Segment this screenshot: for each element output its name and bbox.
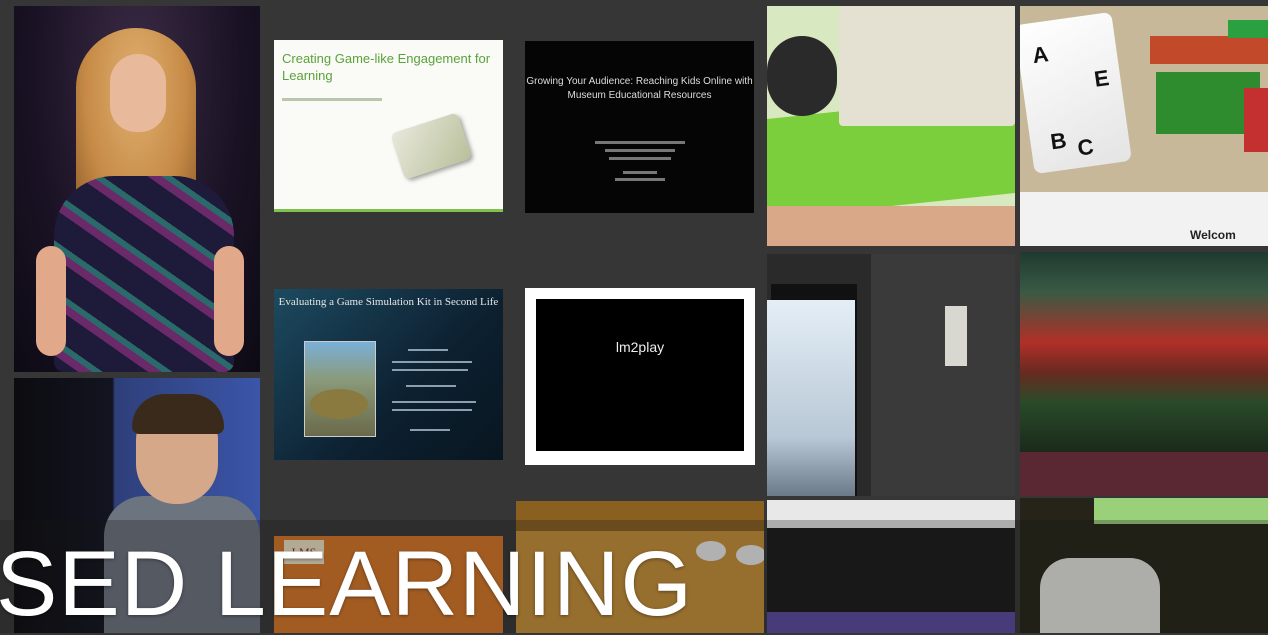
dark-object [767, 36, 837, 116]
slide-text-line [410, 429, 450, 431]
die-letter: B [1048, 127, 1069, 155]
slide-text-line [392, 409, 472, 411]
plaza-shape [310, 389, 368, 419]
slide-inner-panel: lm2play [536, 299, 744, 451]
photo-dice-lego[interactable]: A B C E Welcom [1020, 6, 1268, 246]
welcome-sign-text: Welcom [1190, 228, 1236, 242]
face-shape [110, 54, 166, 132]
slide-footer-bar [274, 209, 503, 212]
console-box [839, 6, 1015, 126]
slide-text-line [406, 385, 456, 387]
money-stack-image [390, 112, 472, 180]
slide-lm2play[interactable]: lm2play [525, 288, 755, 465]
arm-shape [214, 246, 244, 356]
die-letter: C [1076, 133, 1096, 161]
slide-title: Creating Game-like Engagement for Learni… [282, 51, 491, 83]
lego-brick [1228, 20, 1268, 38]
window-view [767, 300, 855, 496]
slide-text-line [392, 369, 468, 371]
slide-meta-line [623, 171, 657, 174]
slide-text-line [408, 349, 448, 351]
light-switch [945, 306, 967, 366]
slide-subtitle-line [282, 98, 382, 101]
die-letter: E [1092, 64, 1111, 92]
slide-growing-audience[interactable]: Growing Your Audience: Reaching Kids Onl… [525, 41, 754, 213]
arm-shape [36, 246, 66, 356]
photo-window-room[interactable] [767, 254, 1015, 496]
dress-shape [54, 176, 234, 372]
slide-meta-line [615, 178, 665, 181]
slide-title: lm2play [615, 339, 665, 355]
die-letter: A [1030, 41, 1050, 69]
letter-die: A B C E [1020, 11, 1132, 175]
lego-brick [1244, 88, 1268, 152]
speaker-photo-woman[interactable] [14, 6, 260, 372]
photo-arcade-console[interactable] [767, 6, 1015, 246]
lego-brick [1150, 36, 1268, 64]
slide-game-engagement[interactable]: Creating Game-like Engagement for Learni… [274, 40, 503, 212]
slide-text-line [392, 361, 472, 363]
caption-title: SED LEARNING [0, 533, 694, 635]
hand-shape [767, 206, 1015, 246]
photo-dark-red-strip [1020, 452, 1268, 496]
hair-shape [132, 394, 224, 434]
slide-meta-line [609, 157, 671, 160]
slide-title: Growing Your Audience: Reaching Kids Onl… [526, 76, 753, 101]
slide-meta-line [605, 149, 675, 152]
slide-game-simulation[interactable]: Evaluating a Game Simulation Kit in Seco… [274, 289, 503, 460]
slide-meta-line [595, 141, 685, 144]
photo-game-screenshot[interactable] [1020, 252, 1268, 452]
slide-text-line [392, 401, 476, 403]
slide-title: Evaluating a Game Simulation Kit in Seco… [278, 296, 499, 308]
wall-shape [871, 254, 1015, 496]
